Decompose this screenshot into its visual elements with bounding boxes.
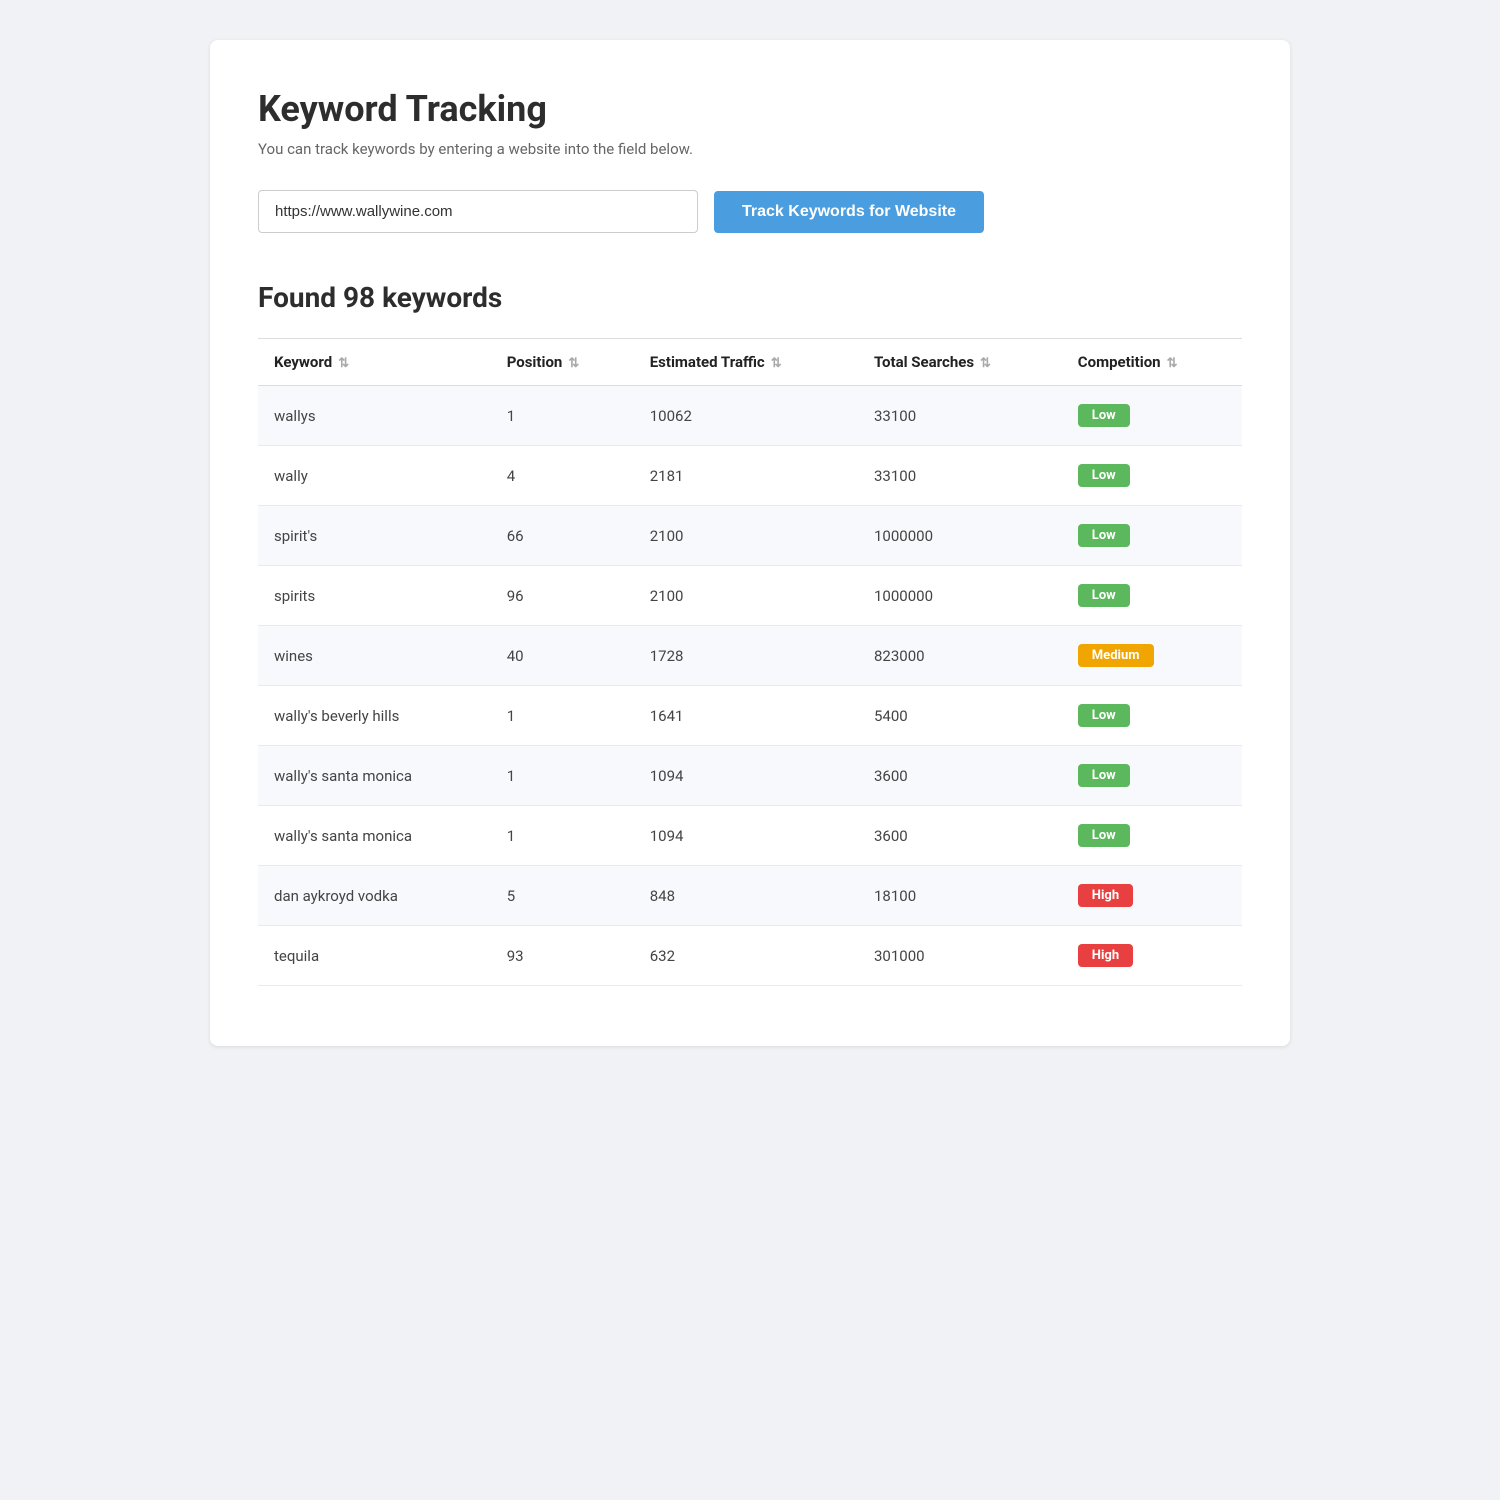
cell-competition: High [1062, 926, 1242, 986]
cell-searches: 1000000 [858, 506, 1062, 566]
cell-traffic: 10062 [634, 386, 858, 446]
table-row: spirit's6621001000000 Low [258, 506, 1242, 566]
cell-searches: 3600 [858, 746, 1062, 806]
cell-position: 93 [491, 926, 634, 986]
cell-keyword: spirit's [258, 506, 491, 566]
cell-traffic: 2181 [634, 446, 858, 506]
cell-position: 1 [491, 686, 634, 746]
competition-badge: Low [1078, 404, 1130, 427]
table-row: spirits9621001000000 Low [258, 566, 1242, 626]
cell-competition: Low [1062, 386, 1242, 446]
competition-badge: Low [1078, 764, 1130, 787]
cell-traffic: 632 [634, 926, 858, 986]
url-input[interactable] [258, 190, 698, 233]
cell-position: 1 [491, 806, 634, 866]
col-header-searches[interactable]: Total Searches⇅ [858, 339, 1062, 386]
cell-traffic: 1094 [634, 746, 858, 806]
cell-traffic: 1094 [634, 806, 858, 866]
competition-badge: High [1078, 884, 1133, 907]
header-row: Keyword⇅Position⇅Estimated Traffic⇅Total… [258, 339, 1242, 386]
cell-traffic: 848 [634, 866, 858, 926]
cell-keyword: spirits [258, 566, 491, 626]
cell-competition: Medium [1062, 626, 1242, 686]
competition-badge: Low [1078, 824, 1130, 847]
cell-traffic: 2100 [634, 506, 858, 566]
table-row: wally4218133100 Low [258, 446, 1242, 506]
table-body: wallys11006233100Lowwally4218133100Lowsp… [258, 386, 1242, 986]
cell-competition: Low [1062, 566, 1242, 626]
sort-icon-competition: ⇅ [1167, 356, 1178, 371]
table-row: dan aykroyd vodka584818100 High [258, 866, 1242, 926]
cell-keyword: wally [258, 446, 491, 506]
col-header-competition[interactable]: Competition⇅ [1062, 339, 1242, 386]
cell-searches: 33100 [858, 446, 1062, 506]
cell-position: 1 [491, 746, 634, 806]
sort-icon-position: ⇅ [568, 356, 579, 371]
page-title: Keyword Tracking [258, 88, 1242, 130]
competition-badge: High [1078, 944, 1133, 967]
table-row: wally's santa monica110943600 Low [258, 806, 1242, 866]
cell-position: 4 [491, 446, 634, 506]
cell-competition: Low [1062, 446, 1242, 506]
cell-searches: 33100 [858, 386, 1062, 446]
competition-badge: Low [1078, 704, 1130, 727]
cell-competition: High [1062, 866, 1242, 926]
cell-position: 66 [491, 506, 634, 566]
cell-position: 5 [491, 866, 634, 926]
keywords-table: Keyword⇅Position⇅Estimated Traffic⇅Total… [258, 338, 1242, 986]
cell-competition: Low [1062, 746, 1242, 806]
cell-position: 1 [491, 386, 634, 446]
cell-competition: Low [1062, 806, 1242, 866]
col-header-keyword[interactable]: Keyword⇅ [258, 339, 491, 386]
cell-keyword: wines [258, 626, 491, 686]
col-header-traffic[interactable]: Estimated Traffic⇅ [634, 339, 858, 386]
table-row: wally's santa monica110943600 Low [258, 746, 1242, 806]
cell-searches: 301000 [858, 926, 1062, 986]
main-card: Keyword Tracking You can track keywords … [210, 40, 1290, 1046]
table-row: tequila93632301000 High [258, 926, 1242, 986]
cell-competition: Low [1062, 686, 1242, 746]
track-keywords-button[interactable]: Track Keywords for Website [714, 191, 984, 233]
cell-searches: 3600 [858, 806, 1062, 866]
cell-traffic: 1641 [634, 686, 858, 746]
cell-keyword: dan aykroyd vodka [258, 866, 491, 926]
competition-badge: Medium [1078, 644, 1154, 667]
cell-traffic: 1728 [634, 626, 858, 686]
table-row: wines401728823000 Medium [258, 626, 1242, 686]
cell-keyword: wally's beverly hills [258, 686, 491, 746]
cell-keyword: wallys [258, 386, 491, 446]
sort-icon-searches: ⇅ [980, 356, 991, 371]
cell-position: 40 [491, 626, 634, 686]
competition-badge: Low [1078, 584, 1130, 607]
cell-position: 96 [491, 566, 634, 626]
table-row: wally's beverly hills116415400 Low [258, 686, 1242, 746]
cell-searches: 5400 [858, 686, 1062, 746]
cell-competition: Low [1062, 506, 1242, 566]
cell-searches: 18100 [858, 866, 1062, 926]
sort-icon-keyword: ⇅ [338, 356, 349, 371]
sort-icon-traffic: ⇅ [771, 356, 782, 371]
cell-traffic: 2100 [634, 566, 858, 626]
cell-searches: 1000000 [858, 566, 1062, 626]
results-title: Found 98 keywords [258, 281, 1242, 314]
col-header-position[interactable]: Position⇅ [491, 339, 634, 386]
cell-keyword: wally's santa monica [258, 806, 491, 866]
input-row: Track Keywords for Website [258, 190, 1242, 233]
table-row: wallys11006233100 Low [258, 386, 1242, 446]
competition-badge: Low [1078, 464, 1130, 487]
table-header: Keyword⇅Position⇅Estimated Traffic⇅Total… [258, 339, 1242, 386]
cell-keyword: wally's santa monica [258, 746, 491, 806]
page-subtitle: You can track keywords by entering a web… [258, 140, 1242, 158]
competition-badge: Low [1078, 524, 1130, 547]
cell-keyword: tequila [258, 926, 491, 986]
cell-searches: 823000 [858, 626, 1062, 686]
